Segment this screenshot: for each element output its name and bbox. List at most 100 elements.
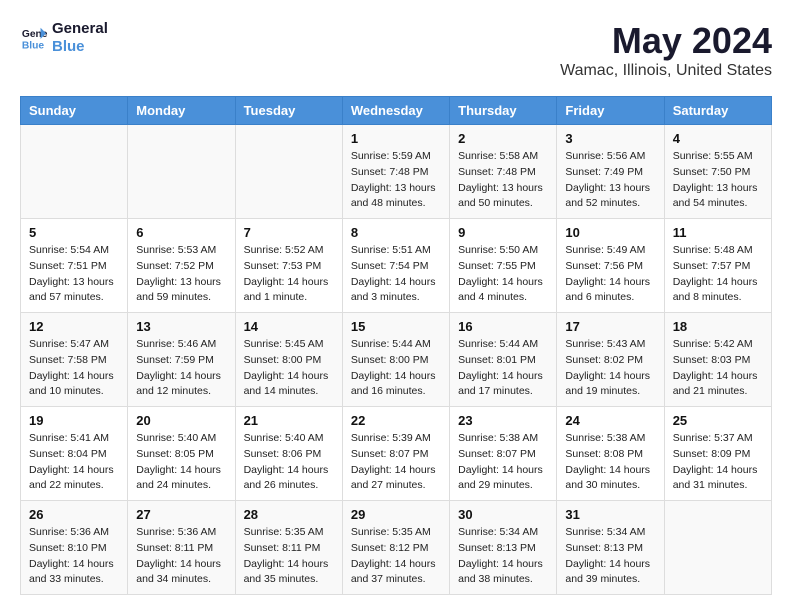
day-number: 29 — [351, 507, 441, 522]
calendar-cell — [21, 125, 128, 219]
calendar-cell: 12 Sunrise: 5:47 AMSunset: 7:58 PMDayligh… — [21, 313, 128, 407]
day-info: Sunrise: 5:45 AMSunset: 8:00 PMDaylight:… — [244, 337, 334, 400]
column-header-monday: Monday — [128, 97, 235, 125]
calendar-cell: 19Sunrise: 5:41 AMSunset: 8:04 PMDayligh… — [21, 407, 128, 501]
day-number: 2 — [458, 131, 548, 146]
logo-icon: General Blue — [20, 24, 48, 52]
day-number: 20 — [136, 413, 226, 428]
day-number: 12 — [29, 319, 119, 334]
column-header-tuesday: Tuesday — [235, 97, 342, 125]
day-number: 4 — [673, 131, 763, 146]
calendar-cell: 3Sunrise: 5:56 AMSunset: 7:49 PMDaylight… — [557, 125, 664, 219]
calendar-cell: 11 Sunrise: 5:48 AMSunset: 7:57 PMDayligh… — [664, 219, 771, 313]
day-number: 18 — [673, 319, 763, 334]
day-info: Sunrise: 5:37 AMSunset: 8:09 PMDaylight:… — [673, 431, 763, 494]
logo: General Blue General Blue — [20, 20, 108, 56]
calendar-cell — [128, 125, 235, 219]
day-number: 26 — [29, 507, 119, 522]
calendar-cell: 23 Sunrise: 5:38 AMSunset: 8:07 PMDayligh… — [450, 407, 557, 501]
day-number: 1 — [351, 131, 441, 146]
day-number: 28 — [244, 507, 334, 522]
day-number: 16 — [458, 319, 548, 334]
day-number: 19 — [29, 413, 119, 428]
calendar-week-row: 1 Sunrise: 5:59 AMSunset: 7:48 PMDaylight… — [21, 125, 772, 219]
calendar-week-row: 19Sunrise: 5:41 AMSunset: 8:04 PMDayligh… — [21, 407, 772, 501]
day-info: Sunrise: 5:54 AMSunset: 7:51 PMDaylight:… — [29, 243, 119, 306]
calendar-cell: 17Sunrise: 5:43 AMSunset: 8:02 PMDayligh… — [557, 313, 664, 407]
calendar-cell: 20Sunrise: 5:40 AMSunset: 8:05 PMDayligh… — [128, 407, 235, 501]
calendar-cell — [235, 125, 342, 219]
day-number: 10 — [565, 225, 655, 240]
calendar-cell: 27 Sunrise: 5:36 AMSunset: 8:11 PMDayligh… — [128, 501, 235, 595]
calendar-cell: 10Sunrise: 5:49 AMSunset: 7:56 PMDayligh… — [557, 219, 664, 313]
calendar-cell: 31Sunrise: 5:34 AMSunset: 8:13 PMDayligh… — [557, 501, 664, 595]
calendar-cell: 18 Sunrise: 5:42 AMSunset: 8:03 PMDayligh… — [664, 313, 771, 407]
day-info: Sunrise: 5:42 AMSunset: 8:03 PMDaylight:… — [673, 337, 763, 400]
day-info: Sunrise: 5:44 AMSunset: 8:01 PMDaylight:… — [458, 337, 548, 400]
calendar-subtitle: Wamac, Illinois, United States — [560, 62, 772, 80]
column-header-friday: Friday — [557, 97, 664, 125]
day-number: 6 — [136, 225, 226, 240]
day-info: Sunrise: 5:53 AMSunset: 7:52 PMDaylight:… — [136, 243, 226, 306]
day-number: 15 — [351, 319, 441, 334]
day-number: 11 — [673, 225, 763, 240]
calendar-cell: 6 Sunrise: 5:53 AMSunset: 7:52 PMDaylight… — [128, 219, 235, 313]
day-info: Sunrise: 5:40 AMSunset: 8:06 PMDaylight:… — [244, 431, 334, 494]
day-info: Sunrise: 5:36 AMSunset: 8:10 PMDaylight:… — [29, 525, 119, 588]
day-info: Sunrise: 5:46 AMSunset: 7:59 PMDaylight:… — [136, 337, 226, 400]
day-number: 24 — [565, 413, 655, 428]
calendar-cell: 30 Sunrise: 5:34 AMSunset: 8:13 PMDayligh… — [450, 501, 557, 595]
day-info: Sunrise: 5:50 AMSunset: 7:55 PMDaylight:… — [458, 243, 548, 306]
day-info: Sunrise: 5:47 AMSunset: 7:58 PMDaylight:… — [29, 337, 119, 400]
day-info: Sunrise: 5:58 AMSunset: 7:48 PMDaylight:… — [458, 149, 548, 212]
calendar-cell: 16 Sunrise: 5:44 AMSunset: 8:01 PMDayligh… — [450, 313, 557, 407]
calendar-cell: 14Sunrise: 5:45 AMSunset: 8:00 PMDayligh… — [235, 313, 342, 407]
day-info: Sunrise: 5:38 AMSunset: 8:07 PMDaylight:… — [458, 431, 548, 494]
day-info: Sunrise: 5:36 AMSunset: 8:11 PMDaylight:… — [136, 525, 226, 588]
day-info: Sunrise: 5:48 AMSunset: 7:57 PMDaylight:… — [673, 243, 763, 306]
day-info: Sunrise: 5:56 AMSunset: 7:49 PMDaylight:… — [565, 149, 655, 212]
day-info: Sunrise: 5:55 AMSunset: 7:50 PMDaylight:… — [673, 149, 763, 212]
calendar-week-row: 5Sunrise: 5:54 AMSunset: 7:51 PMDaylight… — [21, 219, 772, 313]
day-number: 23 — [458, 413, 548, 428]
column-header-saturday: Saturday — [664, 97, 771, 125]
calendar-header-row: SundayMondayTuesdayWednesdayThursdayFrid… — [21, 97, 772, 125]
calendar-cell: 21 Sunrise: 5:40 AMSunset: 8:06 PMDayligh… — [235, 407, 342, 501]
calendar-cell: 15 Sunrise: 5:44 AMSunset: 8:00 PMDayligh… — [342, 313, 449, 407]
day-number: 22 — [351, 413, 441, 428]
day-number: 27 — [136, 507, 226, 522]
calendar-cell: 4 Sunrise: 5:55 AMSunset: 7:50 PMDaylight… — [664, 125, 771, 219]
calendar-table: SundayMondayTuesdayWednesdayThursdayFrid… — [20, 96, 772, 595]
calendar-week-row: 12 Sunrise: 5:47 AMSunset: 7:58 PMDayligh… — [21, 313, 772, 407]
logo-blue: Blue — [52, 38, 108, 56]
day-info: Sunrise: 5:34 AMSunset: 8:13 PMDaylight:… — [458, 525, 548, 588]
day-info: Sunrise: 5:39 AMSunset: 8:07 PMDaylight:… — [351, 431, 441, 494]
calendar-cell: 29 Sunrise: 5:35 AMSunset: 8:12 PMDayligh… — [342, 501, 449, 595]
day-number: 13 — [136, 319, 226, 334]
day-number: 9 — [458, 225, 548, 240]
day-number: 21 — [244, 413, 334, 428]
logo-general: General — [52, 20, 108, 38]
calendar-cell: 1 Sunrise: 5:59 AMSunset: 7:48 PMDaylight… — [342, 125, 449, 219]
day-number: 25 — [673, 413, 763, 428]
calendar-cell: 8Sunrise: 5:51 AMSunset: 7:54 PMDaylight… — [342, 219, 449, 313]
calendar-week-row: 26 Sunrise: 5:36 AMSunset: 8:10 PMDayligh… — [21, 501, 772, 595]
column-header-sunday: Sunday — [21, 97, 128, 125]
day-info: Sunrise: 5:51 AMSunset: 7:54 PMDaylight:… — [351, 243, 441, 306]
calendar-cell: 26 Sunrise: 5:36 AMSunset: 8:10 PMDayligh… — [21, 501, 128, 595]
calendar-cell: 25 Sunrise: 5:37 AMSunset: 8:09 PMDayligh… — [664, 407, 771, 501]
day-number: 31 — [565, 507, 655, 522]
day-info: Sunrise: 5:35 AMSunset: 8:12 PMDaylight:… — [351, 525, 441, 588]
day-info: Sunrise: 5:44 AMSunset: 8:00 PMDaylight:… — [351, 337, 441, 400]
calendar-cell: 5Sunrise: 5:54 AMSunset: 7:51 PMDaylight… — [21, 219, 128, 313]
calendar-cell: 24Sunrise: 5:38 AMSunset: 8:08 PMDayligh… — [557, 407, 664, 501]
calendar-cell: 13 Sunrise: 5:46 AMSunset: 7:59 PMDayligh… — [128, 313, 235, 407]
calendar-cell: 28Sunrise: 5:35 AMSunset: 8:11 PMDayligh… — [235, 501, 342, 595]
calendar-cell: 2 Sunrise: 5:58 AMSunset: 7:48 PMDaylight… — [450, 125, 557, 219]
calendar-cell: 22 Sunrise: 5:39 AMSunset: 8:07 PMDayligh… — [342, 407, 449, 501]
page-header: General Blue General Blue May 2024 Wamac… — [20, 20, 772, 80]
day-info: Sunrise: 5:59 AMSunset: 7:48 PMDaylight:… — [351, 149, 441, 212]
calendar-title: May 2024 — [560, 20, 772, 62]
day-number: 17 — [565, 319, 655, 334]
day-number: 30 — [458, 507, 548, 522]
